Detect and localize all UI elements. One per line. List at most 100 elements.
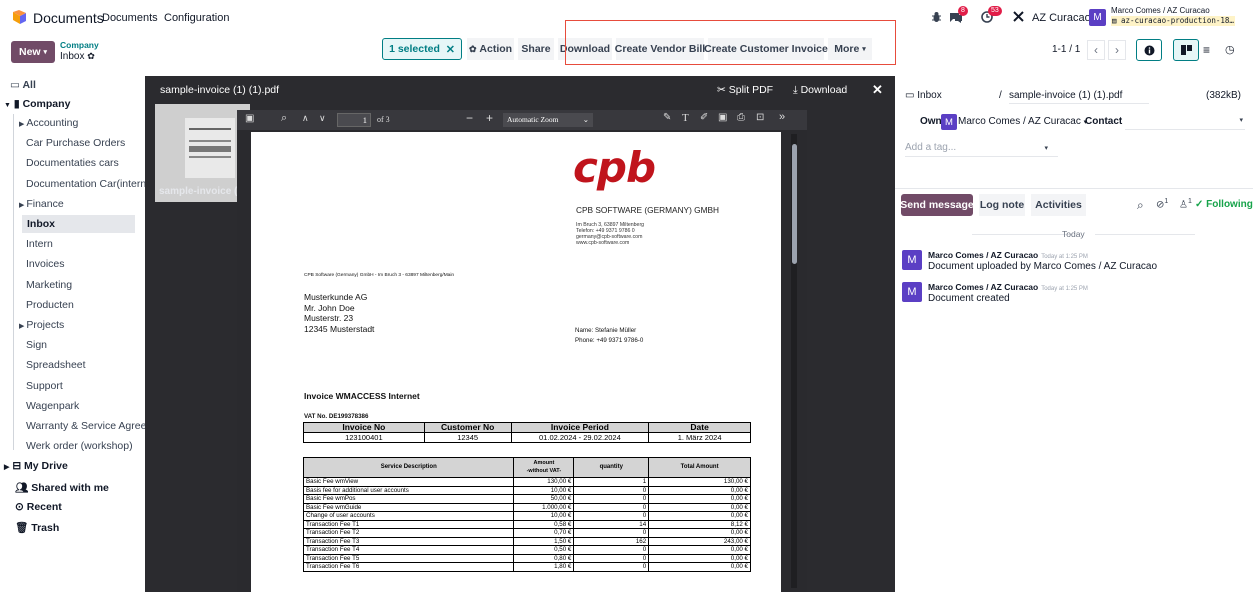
- file-name-input[interactable]: sample-invoice (1) (1).pdf: [1009, 90, 1149, 104]
- sidebar-item[interactable]: Car Purchase Orders: [26, 134, 125, 152]
- page-number-input[interactable]: 1: [337, 113, 371, 127]
- tools-icon[interactable]: [1012, 10, 1025, 26]
- activity-view-icon[interactable]: ◷: [1225, 43, 1235, 56]
- sidebar-item[interactable]: ▶ Accounting: [19, 114, 78, 132]
- trash-label: Trash: [31, 522, 60, 534]
- search-icon[interactable]: ⌕: [281, 112, 287, 125]
- invoice-line-cell: Change of user accounts: [302, 511, 515, 521]
- documents-app-icon[interactable]: [11, 10, 27, 29]
- text-tool-icon[interactable]: T: [682, 112, 689, 124]
- pdf-scrollbar-thumb[interactable]: [792, 144, 797, 264]
- sidebar-item[interactable]: Invoices: [26, 255, 65, 273]
- message-author[interactable]: Marco Comes / AZ Curacao: [928, 250, 1038, 260]
- sidebar-item[interactable]: Warranty & Service Agree.: [26, 417, 149, 435]
- message-avatar[interactable]: M: [902, 282, 922, 302]
- sidebar-trash[interactable]: 🗑︎ Trash: [15, 521, 59, 534]
- contact-select[interactable]: ▾: [1125, 116, 1245, 130]
- sidebar-company[interactable]: ▼ ▮ Company: [4, 98, 70, 110]
- close-viewer-icon[interactable]: ✕: [872, 82, 883, 98]
- details-folder[interactable]: ▭ Inbox: [905, 90, 942, 101]
- attachments-button[interactable]: ⊘1: [1156, 198, 1168, 210]
- folder-icon: ▭: [905, 90, 915, 101]
- invoice-line-row: Transaction Fee T2 0,70 €0 0,00 €: [302, 528, 751, 538]
- message-avatar[interactable]: M: [902, 250, 922, 270]
- pager-next-icon[interactable]: ›: [1108, 40, 1126, 60]
- menu-documents[interactable]: Documents: [102, 12, 158, 24]
- sidebar-item[interactable]: Werk order (workshop): [26, 437, 133, 455]
- breadcrumb-company[interactable]: Company: [60, 40, 99, 50]
- next-page-icon[interactable]: ∨: [319, 113, 326, 124]
- user-icon: ♙: [1179, 199, 1188, 211]
- sidebar-item[interactable]: Documentation Car(intern: [26, 175, 146, 193]
- list-view-icon[interactable]: ≡: [1203, 43, 1210, 57]
- prev-page-icon[interactable]: ∧: [302, 113, 309, 124]
- sidebar-toggle-icon[interactable]: ▣: [245, 113, 254, 124]
- sidebar-item[interactable]: Producten: [26, 296, 74, 314]
- zoom-out-icon[interactable]: −: [466, 111, 473, 125]
- company-switcher[interactable]: AZ Curacao: [1032, 12, 1091, 24]
- trash-icon: 🗑︎: [15, 522, 29, 534]
- app-title[interactable]: Documents: [33, 10, 104, 26]
- highlight-icon[interactable]: ✎: [663, 112, 671, 123]
- sidebar-item[interactable]: Support: [26, 377, 63, 395]
- invoice-line-cell: 0,00 €: [648, 528, 751, 538]
- gear-icon[interactable]: ✿: [87, 51, 95, 61]
- send-message-button[interactable]: Send message: [900, 194, 974, 216]
- sidebar-item[interactable]: Inbox: [22, 215, 135, 233]
- info-icon[interactable]: [1136, 39, 1162, 61]
- sidebar-my-drive[interactable]: ▶ ⊟ My Drive: [4, 460, 68, 472]
- kanban-view-icon[interactable]: [1173, 39, 1199, 61]
- thumbnail-page: [185, 118, 235, 178]
- sidebar-item[interactable]: Sign: [26, 336, 47, 354]
- message-author[interactable]: Marco Comes / AZ Curacao: [928, 282, 1038, 292]
- zoom-in-icon[interactable]: +: [486, 111, 493, 125]
- pager-value[interactable]: 1-1 / 1: [1052, 44, 1080, 55]
- sidebar-shared[interactable]: 👥︎ Shared with me: [15, 481, 109, 494]
- save-icon[interactable]: ⊡: [756, 112, 764, 123]
- highlight-box: [565, 20, 896, 65]
- draw-icon[interactable]: ✐: [700, 112, 708, 123]
- caret-down-icon: ▾: [1044, 145, 1048, 152]
- viewer-download-button[interactable]: ⤓ Download: [793, 84, 847, 97]
- log-note-button[interactable]: Log note: [979, 194, 1025, 216]
- tag-input[interactable]: Add a tag... ▾: [905, 142, 1058, 157]
- print-icon[interactable]: ⎙: [737, 112, 745, 123]
- new-button[interactable]: New ▾: [11, 41, 55, 63]
- sidebar-item[interactable]: Marketing: [26, 276, 72, 294]
- search-icon[interactable]: ⌕: [1137, 198, 1144, 213]
- header-val: 1. März 2024: [648, 432, 751, 443]
- bug-icon[interactable]: [931, 11, 942, 26]
- invoice-line-cell: Transaction Fee T5: [302, 553, 515, 563]
- sidebar-item[interactable]: ▶ Finance: [19, 195, 64, 213]
- sidebar-item[interactable]: Wagenpark: [26, 397, 79, 415]
- image-icon[interactable]: ▣: [718, 112, 727, 123]
- details-folder-label: Inbox: [917, 90, 942, 101]
- sidebar-item[interactable]: Documentaties cars: [26, 154, 119, 172]
- owner-field[interactable]: Marco Comes / AZ Curacac ▾: [958, 116, 1087, 127]
- sidebar-recent[interactable]: ⊙ Recent: [15, 501, 62, 513]
- sidebar-item[interactable]: Intern: [26, 235, 53, 253]
- zoom-select[interactable]: Automatic Zoom ⌄: [503, 113, 593, 127]
- more-tools-icon[interactable]: »: [779, 111, 785, 123]
- all-label: All: [22, 79, 36, 91]
- message-time: Today at 1:25 PM: [1041, 286, 1088, 292]
- sidebar-all[interactable]: ▭ All: [10, 79, 36, 91]
- action-button[interactable]: ✿ Action: [467, 38, 514, 60]
- activities-button[interactable]: Activities: [1031, 194, 1086, 216]
- header-val: 123100401: [303, 432, 425, 443]
- user-name[interactable]: Marco Comes / AZ Curacao: [1111, 6, 1210, 15]
- document-thumbnail[interactable]: sample-invoice (1): [155, 104, 250, 202]
- sidebar-item[interactable]: ▶ Projects: [19, 316, 64, 334]
- sidebar-item-label: Support: [26, 379, 63, 392]
- pager-prev-icon[interactable]: ‹: [1087, 40, 1105, 60]
- following-button[interactable]: ✓ Following: [1195, 199, 1253, 210]
- owner-avatar: M: [941, 114, 957, 130]
- sidebar-item[interactable]: Spreadsheet: [26, 356, 86, 374]
- split-pdf-button[interactable]: ✂ Split PDF: [717, 84, 773, 96]
- user-avatar[interactable]: M: [1089, 9, 1106, 26]
- menu-configuration[interactable]: Configuration: [164, 12, 229, 24]
- share-button[interactable]: Share: [518, 38, 554, 60]
- invoice-line-row: Transaction Fee T1 0,58 €14 8,12 €: [302, 519, 751, 529]
- followers-button[interactable]: ♙1: [1179, 198, 1192, 210]
- clear-selection-icon[interactable]: ✕: [446, 43, 455, 56]
